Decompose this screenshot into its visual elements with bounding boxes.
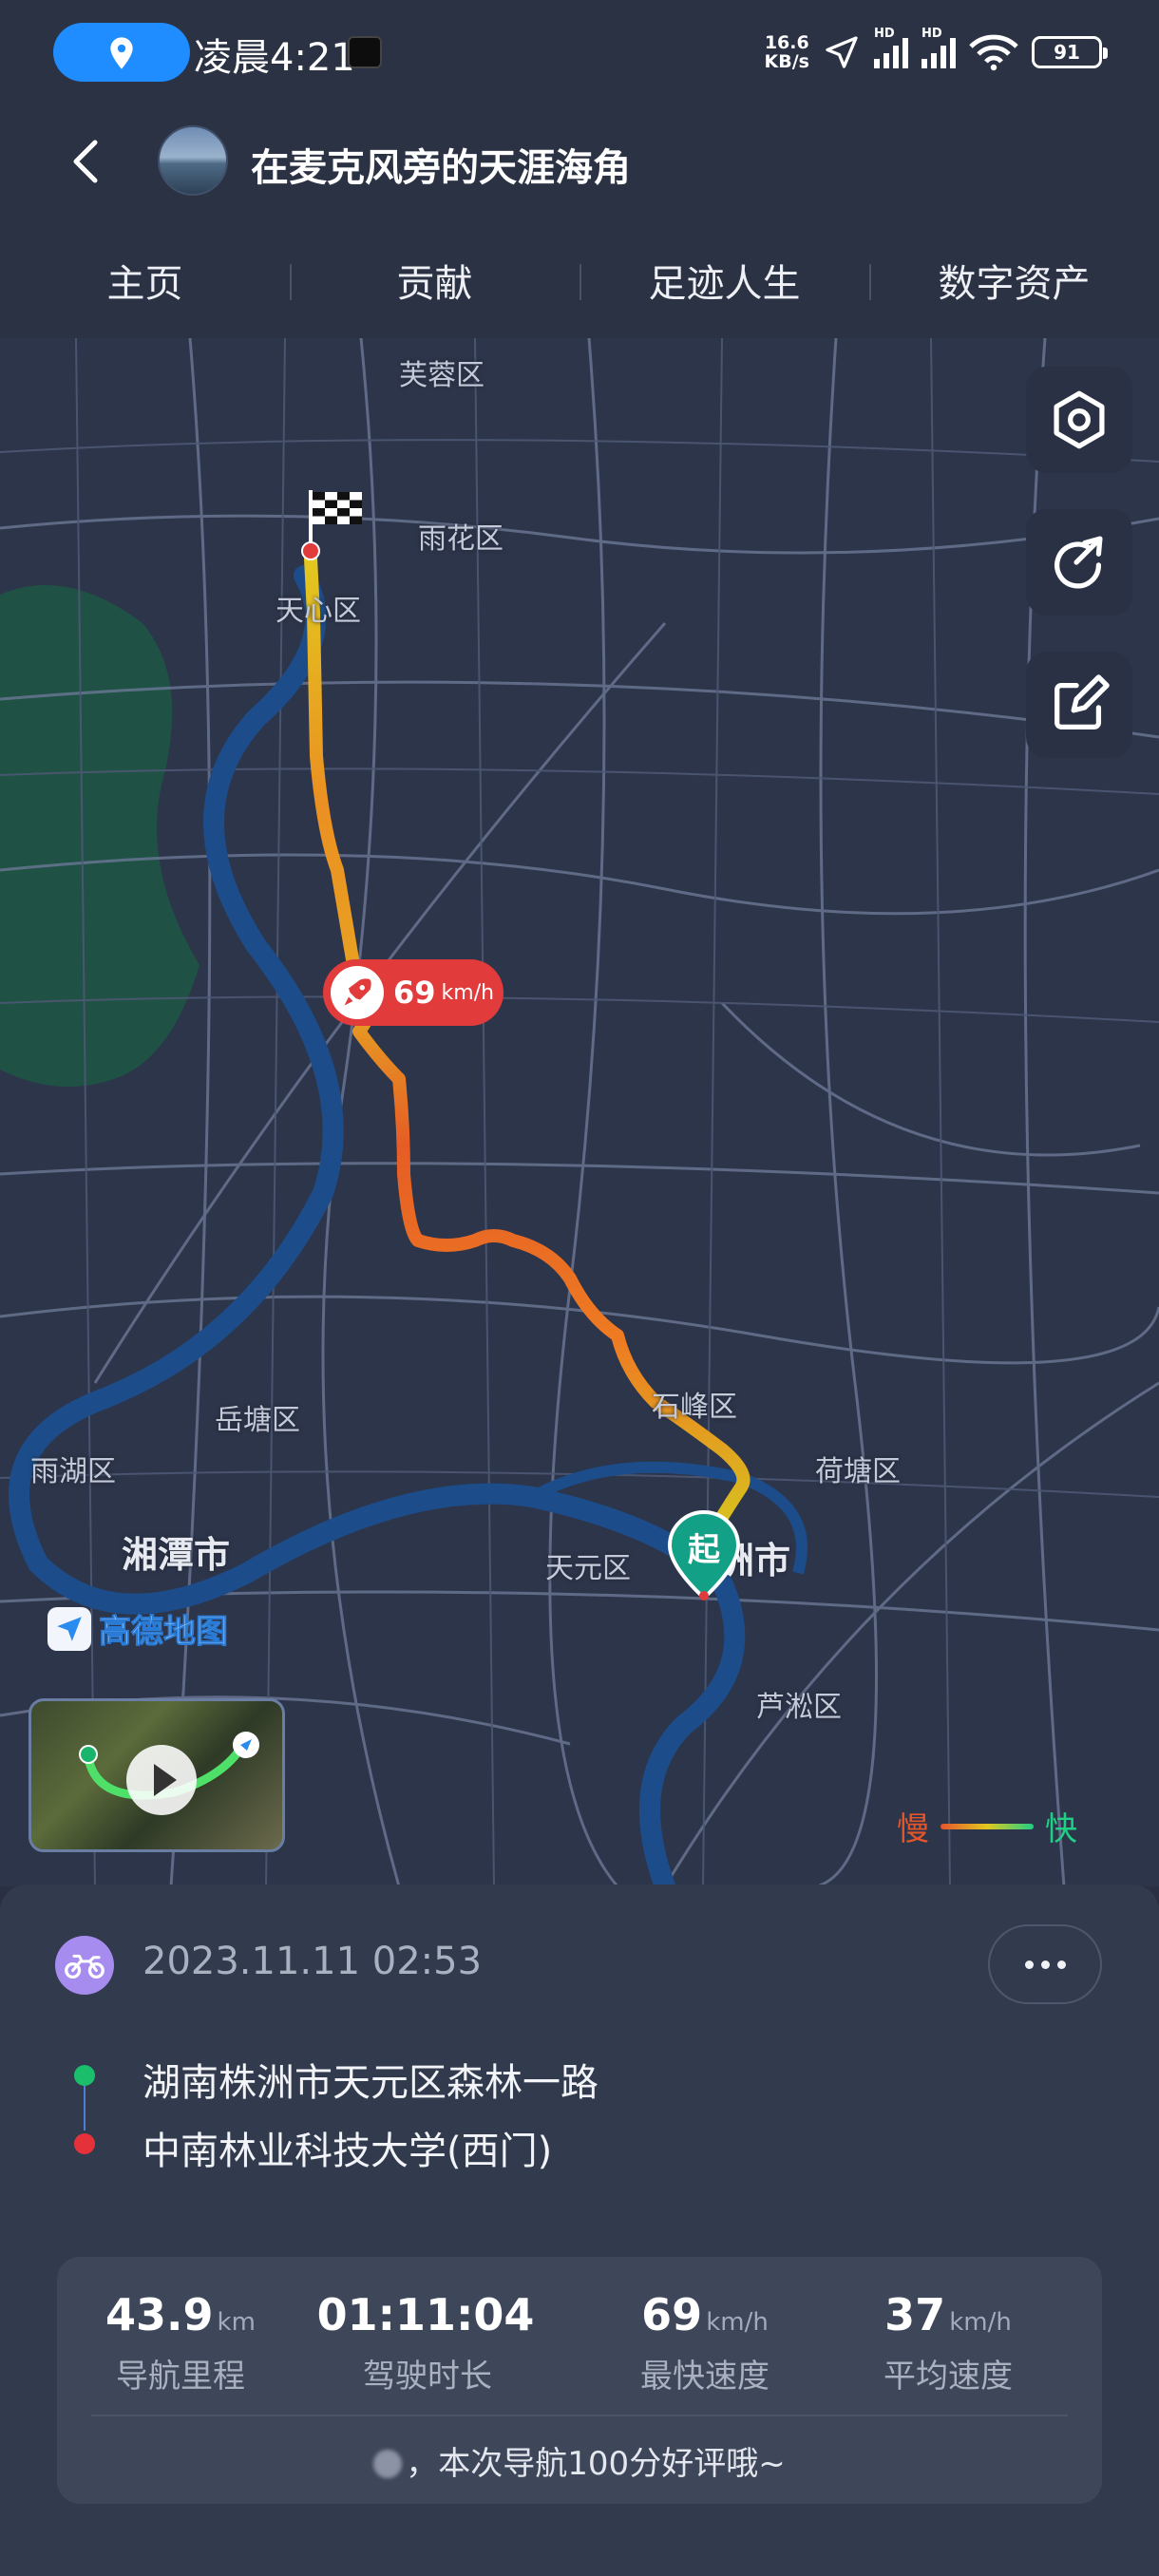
max-speed-marker[interactable]: 69 km/h: [323, 959, 504, 1026]
map-canvas: [0, 338, 1159, 1886]
status-bar: 凌晨4:21 16.6 KB/s HD HD 91: [0, 0, 1159, 104]
hexagon-settings-icon: [1054, 390, 1105, 449]
park-area: [0, 585, 200, 1087]
city-label: 湘潭市: [122, 1534, 231, 1576]
route-connector: [84, 2079, 86, 2131]
page-title: 在麦克风旁的天涯海角: [251, 146, 631, 190]
trip-datetime: 2023.11.11 02:53: [142, 1940, 483, 1983]
district-label: 芙蓉区: [399, 359, 484, 392]
location-pin-icon: [110, 37, 133, 69]
route-map[interactable]: 芙蓉区 雨花区 天心区 石峰区 岳塘区 雨湖区 荷塘区 湘潭市 天元区 洲市 芦…: [0, 338, 1159, 1886]
motorcycle-icon: [55, 1936, 114, 1995]
tab-digital-assets[interactable]: 数字资产: [869, 222, 1159, 338]
stat-distance: 43.9 km 导航里程: [105, 2289, 256, 2396]
start-marker-label: 起: [688, 1531, 720, 1569]
map-settings-button[interactable]: [1026, 367, 1132, 473]
speed-legend: 慢 快: [897, 1810, 1077, 1848]
district-label: 雨花区: [418, 522, 504, 556]
start-dot-icon: [74, 2065, 95, 2086]
speed-gradient-bar: [940, 1823, 1034, 1829]
stat-duration: 01:11:04 驾驶时长: [316, 2289, 535, 2396]
road-network: [0, 338, 1159, 1886]
share-button[interactable]: [1026, 509, 1132, 616]
district-label: 雨湖区: [30, 1455, 116, 1488]
share-icon: [1054, 536, 1103, 589]
avatar[interactable]: [158, 125, 228, 196]
finish-flag-icon: [301, 490, 362, 560]
network-speed: 16.6 KB/s: [764, 32, 809, 72]
rocket-icon: [331, 966, 384, 1019]
play-icon[interactable]: [126, 1745, 197, 1815]
status-time: 凌晨4:21: [194, 36, 355, 80]
route-replay-thumbnail[interactable]: [28, 1698, 285, 1852]
stat-avg-speed: 37 km/h 平均速度: [884, 2289, 1013, 2396]
district-label: 岳塘区: [215, 1404, 300, 1437]
tab-contributions[interactable]: 贡献: [290, 222, 580, 338]
tab-bar: 主页 贡献 足迹人生 数字资产: [0, 222, 1159, 338]
tab-home[interactable]: 主页: [0, 222, 290, 338]
start-marker[interactable]: 起: [667, 1509, 741, 1601]
trip-stats-card: 43.9 km 导航里程 01:11:04 驾驶时长 69 km/h 最快速度 37…: [57, 2257, 1102, 2504]
signal-2-icon: HD: [922, 27, 956, 68]
district-label: 芦淞区: [756, 1691, 842, 1724]
more-dot: [1024, 1960, 1034, 1969]
navigation-arrow-icon: [826, 36, 858, 68]
signal-1-icon: HD: [874, 27, 908, 68]
more-options-button[interactable]: [988, 1924, 1102, 2004]
amap-logo: 高德地图: [48, 1605, 229, 1652]
district-label: 石峰区: [652, 1391, 737, 1424]
rating-message: ，本次导航100分好评哦~: [57, 2437, 1102, 2484]
district-label: 荷塘区: [815, 1455, 901, 1488]
blurred-username: [373, 2450, 403, 2478]
chevron-left-icon: [73, 140, 98, 183]
location-indicator[interactable]: [53, 23, 190, 82]
minor-roads: [0, 338, 1159, 1886]
end-address: 中南林业科技大学(西门): [142, 2130, 553, 2173]
amap-logo-icon: [48, 1606, 91, 1651]
end-dot-icon: [74, 2133, 95, 2154]
district-label: 天元区: [545, 1552, 631, 1585]
stat-max-speed: 69 km/h 最快速度: [640, 2289, 770, 2396]
wifi-icon: [969, 34, 1018, 71]
edit-button[interactable]: [1026, 652, 1132, 758]
voice-app-icon: [348, 36, 382, 68]
trip-summary-panel: 2023.11.11 02:53 湖南株洲市天元区森林一路 中南林业科技大学(西…: [0, 1885, 1159, 2576]
back-button[interactable]: [57, 131, 118, 192]
start-address: 湖南株洲市天元区森林一路: [142, 2061, 598, 2105]
max-speed-unit: km/h: [441, 980, 495, 1005]
profile-header: 在麦克风旁的天涯海角: [0, 104, 1159, 222]
max-speed-value: 69: [393, 975, 436, 1011]
edit-icon: [1054, 674, 1110, 729]
battery-indicator: 91: [1032, 36, 1108, 68]
more-dot: [1056, 1960, 1066, 1969]
tab-footprints[interactable]: 足迹人生: [580, 222, 869, 338]
more-dot: [1040, 1960, 1050, 1969]
divider: [91, 2415, 1068, 2416]
district-label: 天心区: [276, 595, 361, 628]
